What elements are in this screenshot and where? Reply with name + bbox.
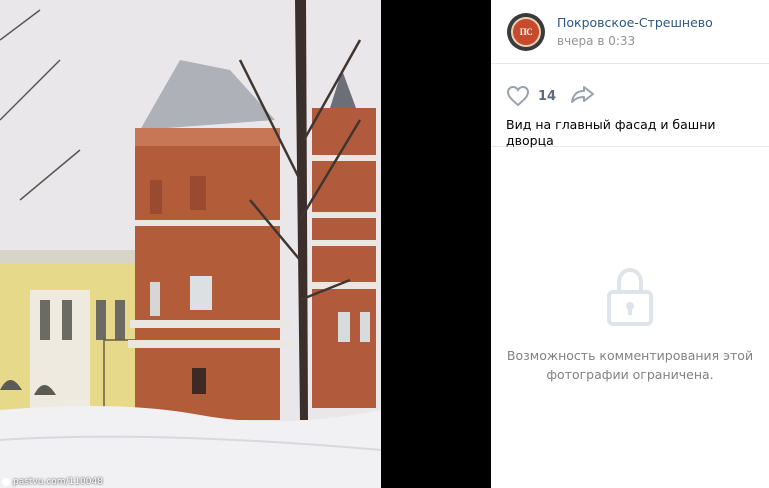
photo-caption: Вид на главный фасад и башни дворца [491, 110, 769, 148]
photo-area[interactable]: pastvu.com/110048 [0, 0, 491, 488]
photo-viewer: pastvu.com/110048 ПС Покровское-Стрешнев… [0, 0, 769, 488]
avatar[interactable]: ПС [507, 12, 545, 51]
watermark-icon [2, 478, 10, 486]
heart-icon [506, 85, 530, 107]
post-header: ПС Покровское-Стрешнево вчера в 0:33 [491, 0, 769, 64]
watermark-text: pastvu.com/110048 [13, 477, 103, 487]
post-sidebar: ПС Покровское-Стрешнево вчера в 0:33 14 … [491, 0, 769, 488]
author-name-link[interactable]: Покровское-Стрешнево [557, 15, 713, 31]
post-actions: 14 [491, 64, 769, 110]
lock-icon [491, 268, 769, 326]
share-button[interactable] [570, 84, 596, 108]
photo[interactable]: pastvu.com/110048 [0, 0, 381, 488]
avatar-logo: ПС [511, 16, 541, 47]
comments-closed-text: Возможность комментирования этой фотогра… [506, 348, 754, 382]
comments-closed-notice: Возможность комментирования этой фотогра… [491, 268, 769, 384]
like-count: 14 [538, 88, 557, 104]
like-button[interactable]: 14 [506, 85, 556, 107]
share-icon [571, 86, 595, 103]
photo-watermark: pastvu.com/110048 [2, 477, 103, 487]
author-block: Покровское-Стрешнево вчера в 0:33 [557, 15, 713, 49]
post-time[interactable]: вчера в 0:33 [557, 33, 713, 49]
photo-image [0, 0, 381, 488]
